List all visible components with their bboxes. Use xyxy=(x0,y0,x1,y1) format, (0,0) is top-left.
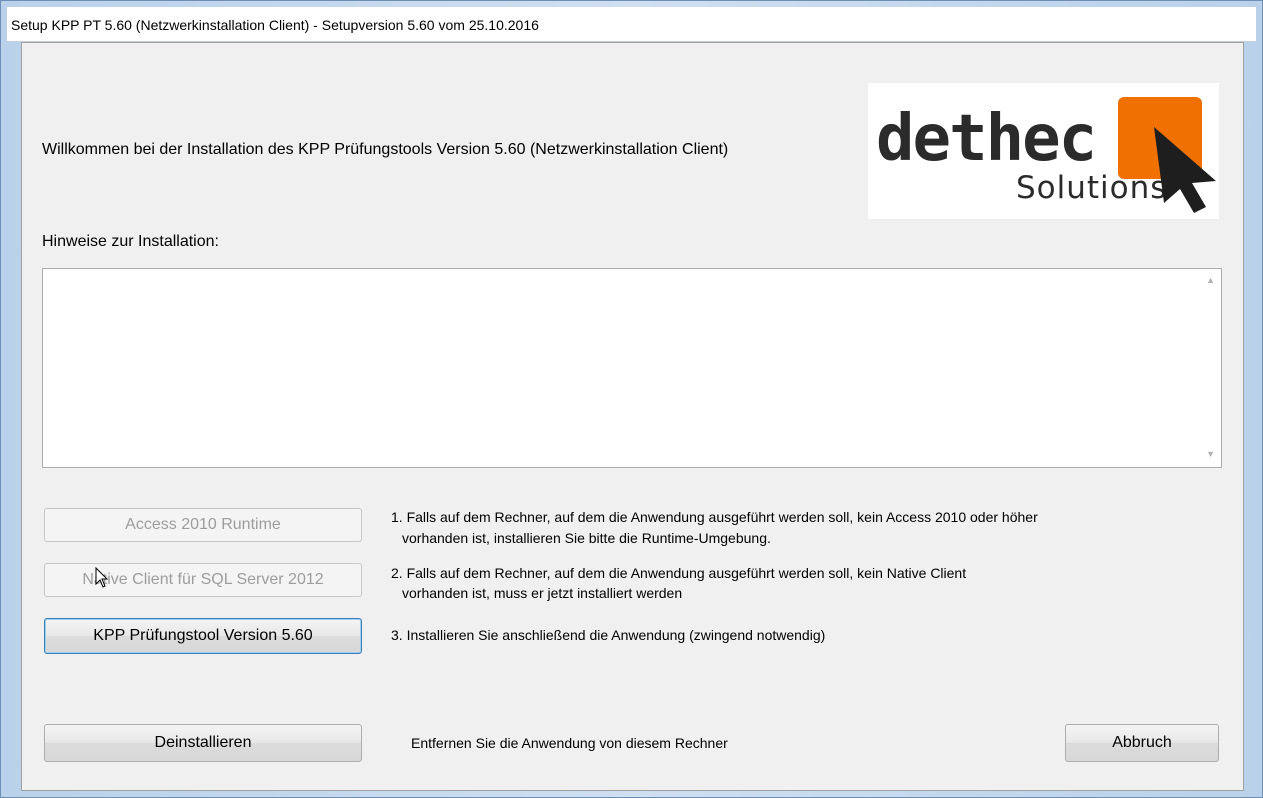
hints-label: Hinweise zur Installation: xyxy=(42,233,219,250)
kpp-install-button-label: KPP Prüfungstool Version 5.60 xyxy=(93,627,313,644)
cancel-button-label: Abbruch xyxy=(1112,734,1172,751)
step1-description-line2: vorhanden ist, installieren Sie bitte di… xyxy=(402,530,771,546)
native-client-button[interactable]: Native Client für SQL Server 2012 xyxy=(44,563,362,597)
mouse-pointer-icon xyxy=(95,567,109,588)
title-bar[interactable]: Setup KPP PT 5.60 (Netzwerkinstallation … xyxy=(7,7,1256,42)
step2-description-line2: vorhanden ist, muss er jetzt installiert… xyxy=(402,585,683,601)
step3-description: 3. Installieren Sie anschließend die Anw… xyxy=(391,627,826,643)
setup-dialog: Willkommen bei der Installation des KPP … xyxy=(21,42,1244,791)
logo-cursor-icon xyxy=(1154,127,1216,213)
setup-window: Setup KPP PT 5.60 (Netzwerkinstallation … xyxy=(0,0,1263,798)
cancel-button[interactable]: Abbruch xyxy=(1065,724,1219,762)
step2-description-line1: 2. Falls auf dem Rechner, auf dem die An… xyxy=(391,565,967,581)
dethec-logo: dethec Solutions xyxy=(868,83,1219,219)
access-runtime-button-label: Access 2010 Runtime xyxy=(125,516,281,533)
step1-description-line1: 1. Falls auf dem Rechner, auf dem die An… xyxy=(391,509,1038,525)
scroll-up-icon[interactable]: ▲ xyxy=(1206,275,1215,285)
uninstall-button[interactable]: Deinstallieren xyxy=(44,724,362,762)
scroll-down-icon[interactable]: ▼ xyxy=(1206,449,1215,459)
welcome-text: Willkommen bei der Installation des KPP … xyxy=(42,141,729,158)
uninstall-description: Entfernen Sie die Anwendung von diesem R… xyxy=(411,735,728,751)
kpp-install-button[interactable]: KPP Prüfungstool Version 5.60 xyxy=(44,618,362,654)
uninstall-button-label: Deinstallieren xyxy=(154,734,252,751)
native-client-button-label: Native Client für SQL Server 2012 xyxy=(82,571,324,588)
access-runtime-button[interactable]: Access 2010 Runtime xyxy=(44,508,362,542)
hints-textarea[interactable]: ▲ ▼ xyxy=(42,268,1222,468)
window-title: Setup KPP PT 5.60 (Netzwerkinstallation … xyxy=(11,17,539,33)
